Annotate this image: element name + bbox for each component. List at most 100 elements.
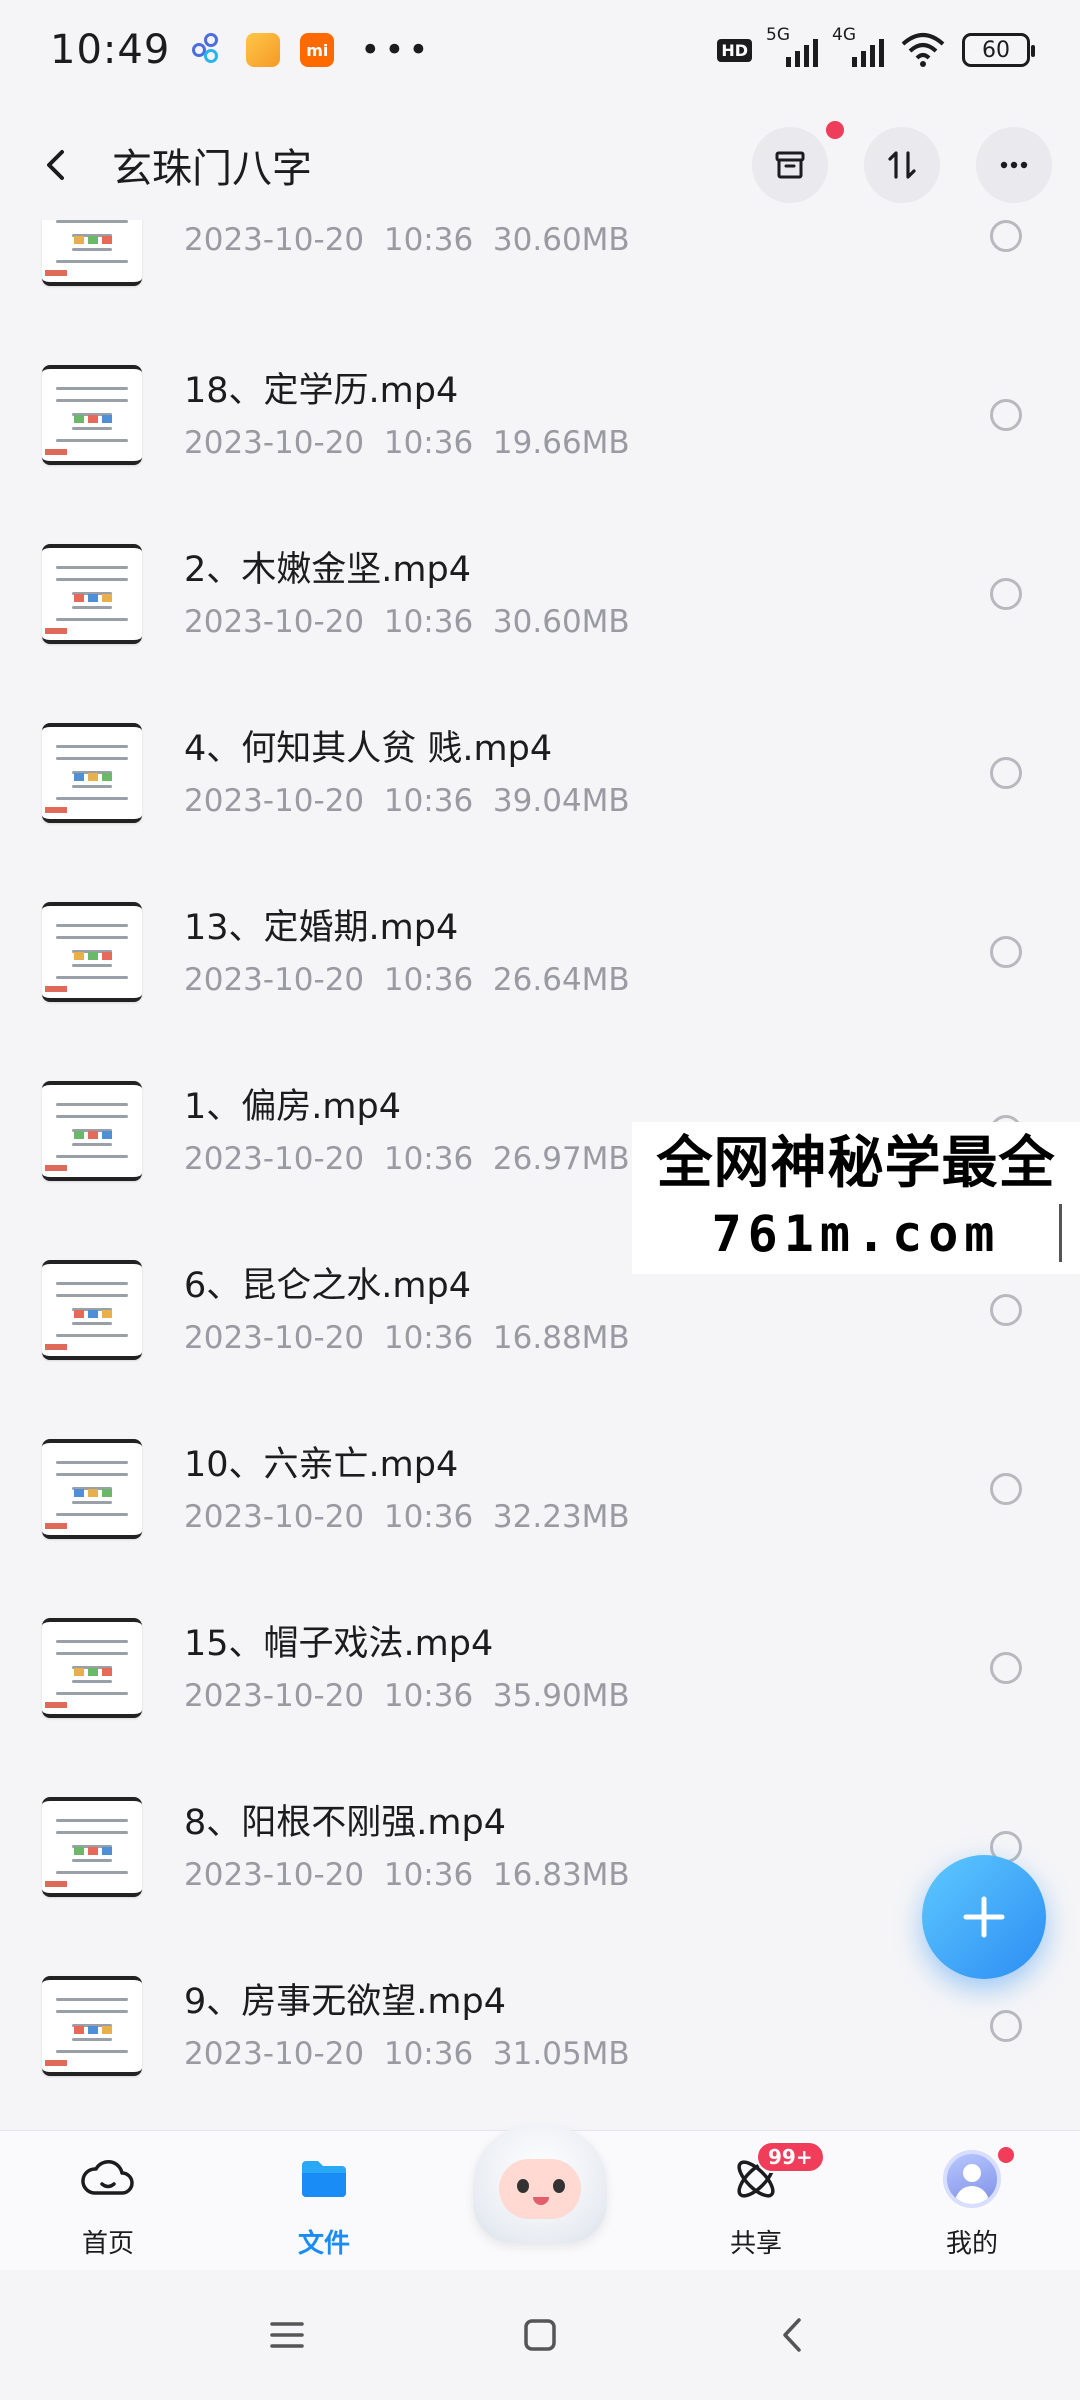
mascot-icon — [465, 2125, 615, 2245]
file-meta: 2023-10-20 10:36 35.90MB — [184, 1676, 630, 1716]
video-thumbnail — [42, 1259, 142, 1360]
file-row[interactable]: 4、何知其人贫 贱.mp4 2023-10-20 10:36 39.04MB — [0, 683, 1080, 862]
file-date: 2023-10-20 10:36 — [184, 603, 474, 640]
file-meta: 2023-10-20 10:36 32.23MB — [184, 1497, 630, 1537]
file-date: 2023-10-20 10:36 — [184, 1677, 474, 1714]
file-row[interactable]: 9、房事无欲望.mp4 2023-10-20 10:36 31.05MB — [0, 1936, 1080, 2115]
file-meta: 2023-10-20 10:36 16.83MB — [184, 1855, 630, 1895]
tab-home-label: 首页 — [81, 2229, 134, 2259]
file-info: 8、阳根不刚强.mp4 2023-10-20 10:36 16.83MB — [184, 1799, 630, 1895]
tab-me-label: 我的 — [945, 2229, 998, 2259]
select-radio[interactable] — [990, 1472, 1022, 1505]
file-meta: 2023-10-20 10:36 19.66MB — [184, 423, 630, 463]
page-title: 玄珠门八字 — [112, 146, 312, 192]
file-info: 10、六亲亡.mp4 2023-10-20 10:36 32.23MB — [184, 1441, 630, 1537]
file-row[interactable]: 8、阳根不刚强.mp4 2023-10-20 10:36 16.83MB — [0, 1757, 1080, 1936]
cloud-icon — [81, 2160, 134, 2195]
wifi-icon — [901, 33, 945, 67]
watermark-overlay: 全网神秘学最全 761m.com — [632, 1122, 1080, 1274]
sort-button[interactable] — [864, 127, 940, 203]
tab-files[interactable]: 文件 — [216, 2131, 432, 2270]
file-date: 2023-10-20 10:36 — [184, 782, 474, 819]
file-row[interactable]: 10、六亲亡.mp4 2023-10-20 10:36 32.23MB — [0, 1399, 1080, 1578]
file-info: 9、房事无欲望.mp4 2023-10-20 10:36 31.05MB — [184, 1978, 630, 2074]
watermark-line2: 761m.com — [711, 1205, 1001, 1263]
file-row[interactable]: 13、定婚期.mp4 2023-10-20 10:36 26.64MB — [0, 862, 1080, 1041]
status-more-dots: ••• — [360, 30, 433, 70]
tab-mascot[interactable] — [432, 2125, 648, 2270]
select-radio[interactable] — [990, 577, 1022, 610]
video-thumbnail — [42, 543, 142, 644]
file-meta: 2023-10-20 10:36 31.05MB — [184, 2034, 630, 2074]
select-radio[interactable] — [990, 935, 1022, 968]
video-thumbnail — [42, 220, 142, 286]
signal-4g-label: 4G — [832, 25, 856, 45]
system-back-button[interactable] — [763, 2305, 823, 2365]
file-row[interactable]: 18、定学历.mp4 2023-10-20 10:36 19.66MB — [0, 325, 1080, 504]
notes-app-icon — [246, 33, 281, 67]
file-info: 2、木嫩金坚.mp4 2023-10-20 10:36 30.60MB — [184, 546, 630, 642]
menu-icon — [269, 2322, 304, 2348]
file-date: 2023-10-20 10:36 — [184, 424, 474, 461]
file-meta: 2023-10-20 10:36 30.60MB — [184, 220, 630, 260]
file-meta: 2023-10-20 10:36 16.88MB — [184, 1318, 630, 1358]
file-size: 31.05MB — [492, 2035, 630, 2072]
file-size: 16.88MB — [492, 1319, 630, 1356]
watermark-line1: 全网神秘学最全 — [656, 1131, 1056, 1196]
select-radio[interactable] — [990, 1651, 1022, 1684]
tab-me[interactable]: 我的 — [864, 2131, 1080, 2270]
tab-home[interactable]: 首页 — [0, 2131, 216, 2270]
select-radio[interactable] — [990, 398, 1022, 431]
chevron-left-icon — [47, 150, 64, 180]
file-name: 6、昆仑之水.mp4 — [184, 1265, 471, 1306]
video-thumbnail — [42, 1438, 142, 1539]
tab-share[interactable]: 99+ 共享 — [648, 2131, 864, 2270]
file-name: 13、定婚期.mp4 — [184, 907, 459, 948]
select-radio[interactable] — [990, 2009, 1022, 2042]
file-meta: 2023-10-20 10:36 39.04MB — [184, 781, 630, 821]
more-icon — [1000, 161, 1028, 169]
file-date: 2023-10-20 10:36 — [184, 1319, 474, 1356]
file-name: 10、六亲亡.mp4 — [184, 1444, 459, 1485]
file-meta: 2023-10-20 10:36 30.60MB — [184, 602, 630, 642]
file-row[interactable]: 2、木嫩金坚.mp4 2023-10-20 10:36 30.60MB — [0, 504, 1080, 683]
file-row[interactable]: 15、帽子戏法.mp4 2023-10-20 10:36 35.90MB — [0, 1578, 1080, 1757]
file-date: 2023-10-20 10:36 — [184, 221, 474, 258]
file-date: 2023-10-20 10:36 — [184, 2035, 474, 2072]
select-radio[interactable] — [990, 220, 1022, 252]
file-date: 2023-10-20 10:36 — [184, 1856, 474, 1893]
header-actions — [752, 121, 1052, 203]
file-info: 4、何知其人贫 贱.mp4 2023-10-20 10:36 39.04MB — [184, 725, 630, 821]
home-button[interactable] — [510, 2305, 570, 2365]
select-radio[interactable] — [990, 1293, 1022, 1326]
file-info: 18、定学历.mp4 2023-10-20 10:36 19.66MB — [184, 367, 630, 463]
recent-apps-button[interactable] — [257, 2305, 317, 2365]
file-row[interactable]: 2023-10-20 10:36 30.60MB — [0, 220, 1080, 325]
baidu-cloud-icon — [192, 33, 226, 67]
video-thumbnail — [42, 364, 142, 465]
file-info: 1、偏房.mp4 2023-10-20 10:36 26.97MB — [184, 1083, 630, 1179]
plus-icon — [963, 1896, 1005, 1938]
hd-badge: HD — [717, 38, 752, 62]
status-app-icons: mi ••• — [192, 30, 432, 70]
file-info: 13、定婚期.mp4 2023-10-20 10:36 26.64MB — [184, 904, 630, 1000]
notification-dot — [826, 121, 844, 139]
sort-icon — [888, 151, 916, 179]
tab-files-label: 文件 — [297, 2229, 350, 2259]
video-thumbnail — [42, 1080, 142, 1181]
folder-icon — [302, 2161, 346, 2197]
video-thumbnail — [42, 1796, 142, 1897]
archive-button[interactable] — [752, 121, 844, 203]
more-button[interactable] — [976, 127, 1052, 203]
back-button[interactable] — [40, 135, 90, 195]
add-button[interactable] — [922, 1855, 1046, 1979]
file-name: 1、偏房.mp4 — [184, 1086, 401, 1127]
tab-share-label: 共享 — [729, 2229, 782, 2259]
xiaomi-app-icon: mi — [300, 33, 335, 67]
video-thumbnail — [42, 722, 142, 823]
file-size: 30.60MB — [492, 221, 630, 258]
file-meta: 2023-10-20 10:36 26.64MB — [184, 960, 630, 1000]
select-radio[interactable] — [990, 756, 1022, 789]
avatar-icon — [943, 2150, 1001, 2208]
file-size: 16.83MB — [492, 1856, 630, 1893]
